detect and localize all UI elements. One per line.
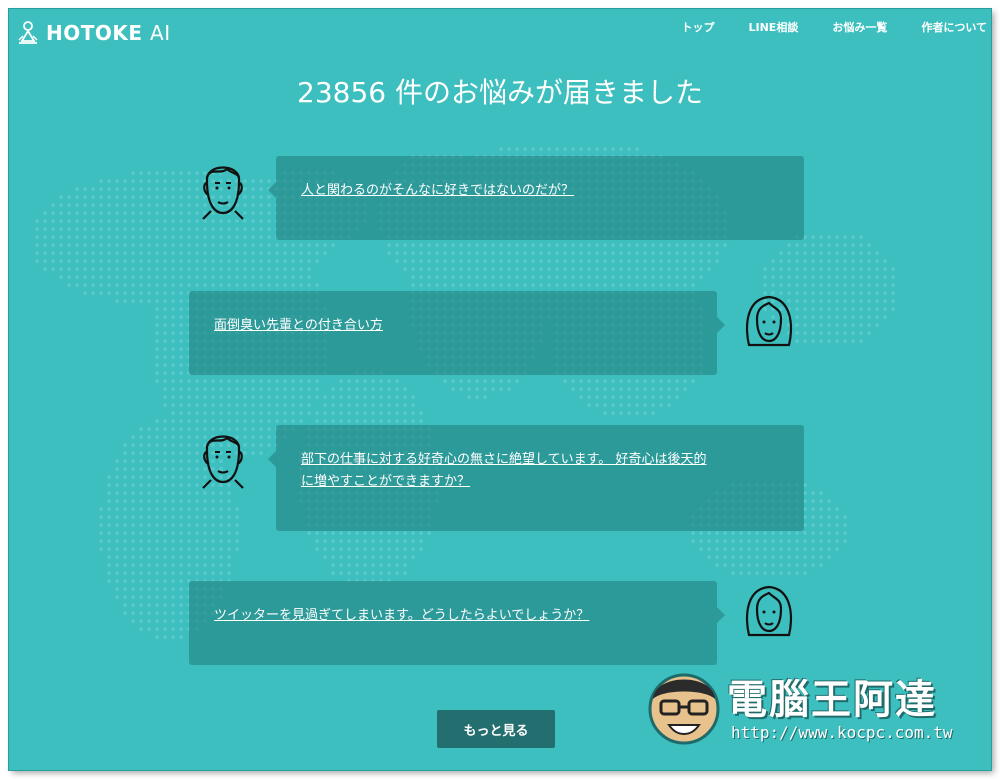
- brand-name: HOTOKE AI: [46, 21, 171, 45]
- worry-bubble-4: ツイッターを見過ぎてしまいます。どうしたらよいでしょうか？: [189, 581, 725, 665]
- mascot-face-icon: [648, 673, 720, 745]
- watermark-url: http://www.kocpc.com.tw: [731, 723, 953, 742]
- worry-link-3-line2[interactable]: に増やすことができますか？: [301, 471, 470, 493]
- bubble-arrow: [717, 607, 725, 623]
- bubble-arrow: [717, 317, 725, 333]
- buddha-logo-icon: [18, 21, 38, 44]
- nav-worry-list[interactable]: お悩み一覧: [832, 19, 887, 35]
- nav-about-author[interactable]: 作者について: [921, 19, 987, 35]
- page-headline: 23856 件のお悩みが届きました: [297, 76, 703, 109]
- nav-line-consult[interactable]: LINE相談: [749, 19, 799, 35]
- worry-bubble-3: 部下の仕事に対する好奇心の無さに絶望しています。 好奇心は後天的 に増やすことが…: [268, 425, 804, 531]
- top-bar: HOTOKE AI トップ LINE相談 お悩み一覧 作者について: [9, 9, 991, 59]
- man-icon: [202, 435, 244, 489]
- main-nav: トップ LINE相談 お悩み一覧 作者について: [648, 19, 988, 35]
- more-button[interactable]: もっと見る: [437, 710, 555, 748]
- woman-icon: [745, 295, 793, 347]
- watermark-title: 電腦王阿達: [727, 677, 937, 723]
- worry-link-1[interactable]: 人と関わるのがそんなに好きではないのだが？: [301, 180, 574, 202]
- bubble-arrow: [268, 451, 276, 467]
- page-frame: HOTOKE AI トップ LINE相談 お悩み一覧 作者について 23856 …: [9, 9, 991, 770]
- man-icon: [202, 166, 244, 220]
- worry-link-2[interactable]: 面倒臭い先輩との付き合い方: [214, 315, 383, 337]
- worry-link-3-line1[interactable]: 部下の仕事に対する好奇心の無さに絶望しています。 好奇心は後天的: [301, 449, 706, 471]
- site-watermark: 電腦王阿達 http://www.kocpc.com.tw: [639, 659, 969, 759]
- woman-icon: [745, 585, 793, 637]
- worry-bubble-2: 面倒臭い先輩との付き合い方: [189, 291, 725, 375]
- worry-link-4[interactable]: ツイッターを見過ぎてしまいます。どうしたらよいでしょうか？: [214, 605, 589, 627]
- site-logo[interactable]: HOTOKE AI: [17, 21, 171, 45]
- nav-top[interactable]: トップ: [682, 19, 715, 35]
- bubble-arrow: [268, 182, 276, 198]
- worry-bubble-1: 人と関わるのがそんなに好きではないのだが？: [268, 156, 804, 240]
